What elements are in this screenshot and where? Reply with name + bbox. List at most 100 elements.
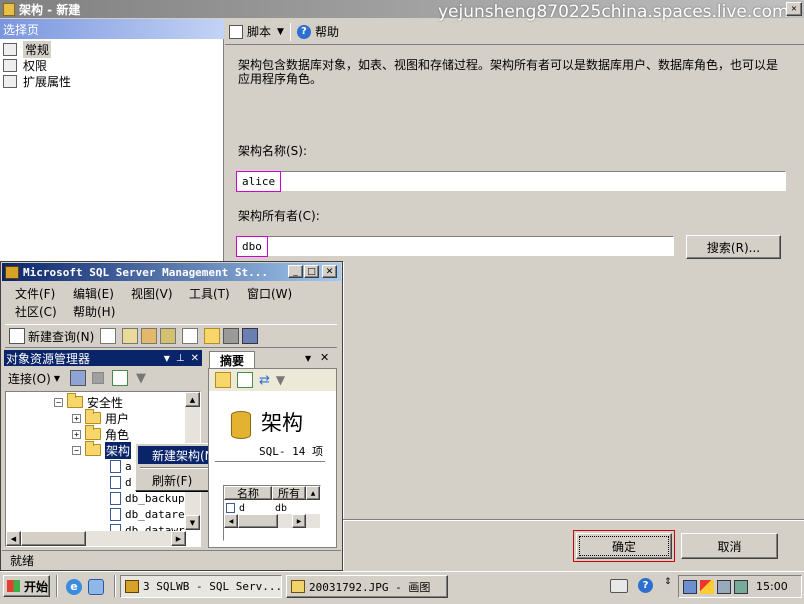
scroll-down-icon[interactable]: ▼ bbox=[185, 515, 200, 530]
help-icon[interactable]: ? bbox=[638, 578, 653, 593]
language-icon[interactable] bbox=[610, 579, 628, 593]
ssms-toolbar: 新建查询(N) bbox=[5, 324, 337, 348]
schema-owner-label: 架构所有者(C): bbox=[238, 209, 320, 223]
page-list: 常规 权限 扩展属性 bbox=[0, 39, 224, 261]
disconnect-icon[interactable] bbox=[69, 370, 86, 386]
tree-horizontal-scrollbar[interactable]: ◀ ▶ bbox=[6, 531, 186, 546]
scroll-up-icon[interactable]: ▲ bbox=[306, 486, 320, 500]
menu-window[interactable]: 窗口(W) bbox=[247, 285, 292, 302]
taskbar-item-ssms[interactable]: 3 SQLWB - SQL Serv... ▼ bbox=[120, 575, 282, 598]
collapse-icon[interactable]: − bbox=[72, 445, 81, 455]
tree-node-schema-item[interactable]: db_backup bbox=[110, 490, 185, 506]
list-header-owner[interactable]: 所有 bbox=[272, 486, 306, 500]
chevron-down-icon[interactable]: ▼ bbox=[305, 354, 311, 363]
summary-close-icon[interactable]: ✕ bbox=[320, 351, 329, 364]
menu-help[interactable]: 帮助(H) bbox=[73, 303, 115, 320]
search-button[interactable]: 搜索(R)... bbox=[686, 235, 781, 259]
scroll-left-icon[interactable]: ◀ bbox=[6, 531, 21, 546]
tree-node-roles[interactable]: + 角色 bbox=[72, 425, 129, 442]
list-horizontal-scrollbar[interactable]: ◀ ▶ bbox=[224, 514, 320, 528]
network-icon[interactable] bbox=[683, 579, 697, 594]
ssms-maximize-button[interactable]: □ bbox=[304, 265, 319, 278]
sync-icon[interactable]: ⇄ bbox=[259, 373, 270, 388]
new-file-icon[interactable] bbox=[100, 328, 117, 344]
ssms-close-button[interactable]: ✕ bbox=[322, 265, 337, 278]
tree-node-security[interactable]: − 安全性 bbox=[54, 393, 123, 410]
chevron-down-icon[interactable]: ⇕ bbox=[664, 577, 672, 587]
summary-toolbar: ⇄ ▼ bbox=[209, 369, 336, 391]
open-folder-icon[interactable] bbox=[204, 328, 221, 344]
tree-node-schema-item[interactable]: a bbox=[110, 458, 132, 474]
refresh-icon[interactable] bbox=[111, 370, 128, 386]
taskbar-item-paint[interactable]: 20031792.JPG - 画图 bbox=[286, 575, 448, 598]
folder-icon bbox=[67, 393, 83, 408]
dmx-icon[interactable] bbox=[141, 328, 158, 344]
show-desktop-icon[interactable] bbox=[88, 579, 104, 595]
menu-view[interactable]: 视图(V) bbox=[131, 285, 173, 302]
start-button[interactable]: 开始 bbox=[3, 575, 50, 597]
summary-panel: ⇄ ▼ 架构 SQL- 14 项 名称 所有 ▲ d db ◀ ▶ bbox=[208, 368, 337, 548]
collapse-icon[interactable]: − bbox=[54, 397, 63, 407]
save-all-icon[interactable] bbox=[242, 328, 259, 344]
scroll-right-icon[interactable]: ▶ bbox=[292, 514, 306, 528]
refresh-icon[interactable] bbox=[237, 372, 253, 388]
dialog-bottom-separator bbox=[343, 262, 344, 570]
close-icon[interactable]: ✕ bbox=[191, 353, 199, 364]
menu-edit[interactable]: 编辑(E) bbox=[73, 285, 114, 302]
schema-owner-input[interactable]: dbo bbox=[236, 235, 674, 257]
volume-icon[interactable] bbox=[734, 579, 748, 594]
up-folder-icon[interactable] bbox=[215, 372, 231, 388]
save-icon[interactable] bbox=[223, 328, 240, 344]
pin-icon[interactable]: ⊥ bbox=[176, 353, 185, 364]
menu-file[interactable]: 文件(F) bbox=[15, 285, 55, 302]
tree-node-schemas[interactable]: − 架构 bbox=[72, 441, 132, 459]
scroll-thumb[interactable] bbox=[238, 514, 278, 528]
script-icon bbox=[229, 24, 243, 39]
toolbar-separator bbox=[289, 22, 291, 41]
page-icon[interactable] bbox=[182, 328, 199, 344]
cancel-button[interactable]: 取消 bbox=[681, 533, 778, 559]
tree-node-users[interactable]: + 用户 bbox=[72, 409, 129, 426]
scroll-left-icon[interactable]: ◀ bbox=[224, 514, 238, 528]
summary-list[interactable]: 名称 所有 ▲ d db ◀ ▶ bbox=[223, 485, 321, 541]
scroll-right-icon[interactable]: ▶ bbox=[171, 531, 186, 546]
expand-icon[interactable]: + bbox=[72, 413, 81, 423]
ssms-window: Microsoft SQL Server Management St... _ … bbox=[0, 261, 343, 571]
page-icon bbox=[3, 42, 17, 56]
connect-button[interactable]: 连接(O) ▼ bbox=[8, 370, 60, 387]
script-button[interactable]: 脚本 ▼ bbox=[229, 23, 284, 40]
menu-tools[interactable]: 工具(T) bbox=[189, 285, 230, 302]
filter-icon[interactable]: ▼ bbox=[276, 373, 285, 387]
summary-title: 架构 bbox=[261, 411, 303, 435]
ssms-minimize-button[interactable]: _ bbox=[288, 265, 303, 278]
scroll-up-icon[interactable]: ▲ bbox=[185, 392, 200, 407]
scroll-thumb[interactable] bbox=[21, 531, 86, 546]
chevron-down-icon[interactable]: ▼ bbox=[277, 27, 284, 37]
xmla-icon[interactable] bbox=[160, 328, 177, 344]
filter-icon[interactable]: ▼ bbox=[136, 371, 146, 386]
antivirus-icon[interactable] bbox=[700, 579, 714, 594]
schema-name-value: alice bbox=[235, 170, 282, 192]
help-button[interactable]: ? 帮助 bbox=[296, 23, 339, 40]
list-item[interactable]: d db bbox=[226, 501, 306, 515]
schema-icon bbox=[226, 503, 235, 513]
mdx-icon[interactable] bbox=[122, 328, 139, 344]
tree-node-schema-item[interactable]: db_datare bbox=[110, 506, 185, 522]
expand-icon[interactable]: + bbox=[72, 429, 81, 439]
stop-icon[interactable] bbox=[91, 372, 104, 384]
schema-owner-value: dbo bbox=[236, 235, 268, 257]
chevron-down-icon[interactable]: ▼ bbox=[164, 354, 170, 363]
list-header-name[interactable]: 名称 bbox=[224, 486, 272, 500]
tree-node-schema-item[interactable]: d bbox=[110, 474, 132, 490]
schema-name-input[interactable]: alice bbox=[235, 170, 786, 192]
page-item-extended-properties[interactable]: 扩展属性 bbox=[3, 73, 71, 89]
dialog-close-button[interactable]: ✕ bbox=[786, 2, 802, 16]
page-item-general[interactable]: 常规 bbox=[3, 40, 52, 58]
new-query-button[interactable]: 新建查询(N) bbox=[9, 328, 94, 345]
page-item-permissions[interactable]: 权限 bbox=[3, 57, 47, 73]
ie-icon[interactable]: e bbox=[66, 579, 82, 595]
monitor-icon[interactable] bbox=[717, 579, 731, 594]
menu-community[interactable]: 社区(C) bbox=[15, 303, 57, 320]
ok-button[interactable]: 确定 bbox=[576, 533, 672, 559]
summary-tab[interactable]: 摘要 bbox=[209, 351, 255, 368]
